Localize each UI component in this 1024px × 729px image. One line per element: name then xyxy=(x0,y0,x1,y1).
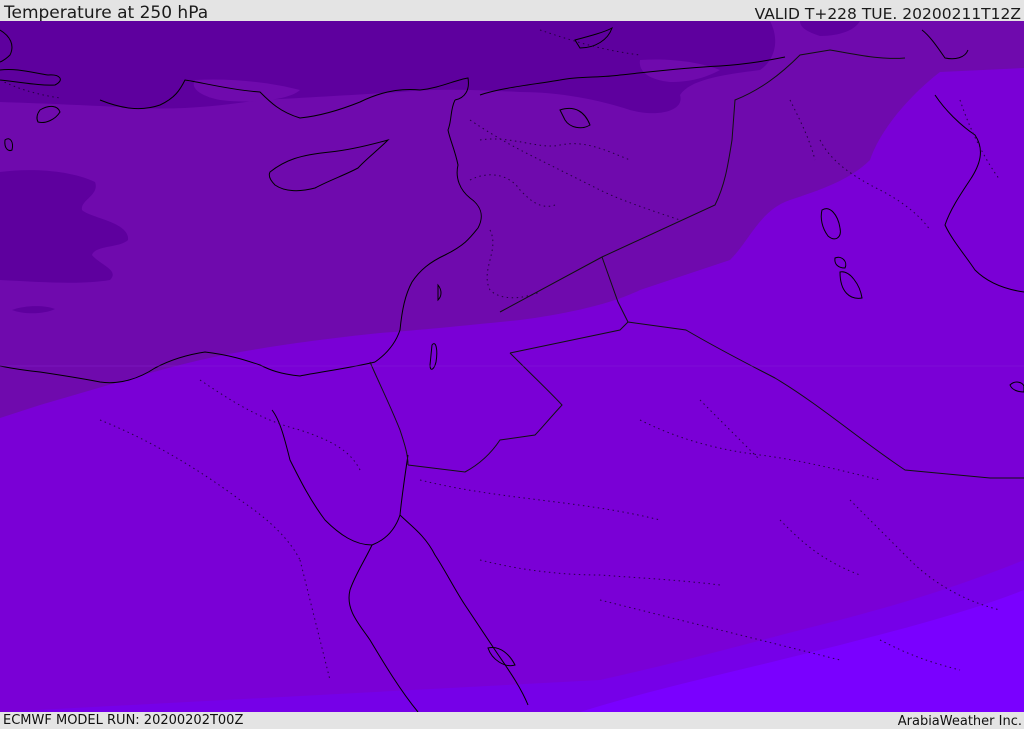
weather-map-frame: Temperature at 250 hPa VALID T+228 TUE. … xyxy=(0,0,1024,729)
header-bar: Temperature at 250 hPa VALID T+228 TUE. … xyxy=(0,0,1024,23)
credit-label: ArabiaWeather Inc. xyxy=(897,714,1022,729)
map-title: Temperature at 250 hPa xyxy=(4,3,209,23)
model-run-label: ECMWF MODEL RUN: 20200202T00Z xyxy=(3,713,244,728)
footer-bar: ECMWF MODEL RUN: 20200202T00Z ArabiaWeat… xyxy=(0,712,1024,729)
map-canvas xyxy=(0,21,1024,712)
map-svg xyxy=(0,21,1024,712)
